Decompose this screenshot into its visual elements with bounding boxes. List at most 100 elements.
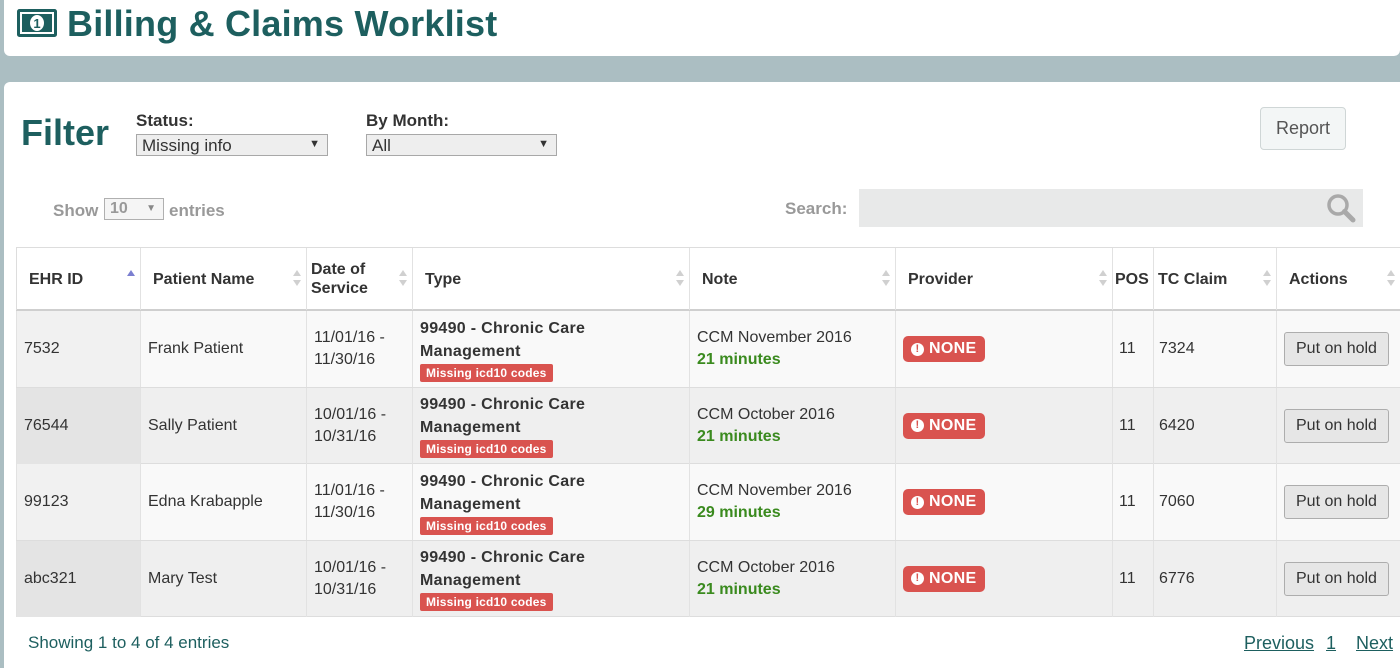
- note-text: CCM October 2016: [697, 558, 835, 576]
- cell-ehr-id: 7532: [16, 311, 140, 387]
- entries-length-value: 10: [110, 200, 128, 217]
- column-header-patient-name[interactable]: Patient Name: [140, 248, 306, 310]
- column-header-type[interactable]: Type: [412, 248, 689, 310]
- cell-tc-claim: 6776: [1153, 540, 1276, 617]
- table-header: EHR ID Patient Name Date of Service Type…: [16, 247, 1400, 311]
- cell-pos: 11: [1112, 464, 1153, 540]
- report-button[interactable]: Report: [1260, 107, 1346, 150]
- column-header-pos[interactable]: POS: [1112, 248, 1153, 310]
- sort-icon: [882, 270, 890, 288]
- search-input[interactable]: [859, 189, 1363, 227]
- exclamation-circle-icon: !: [911, 572, 924, 585]
- put-on-hold-button[interactable]: Put on hold: [1284, 332, 1389, 366]
- worklist-panel: Filter Status: Missing info ▼ By Month: …: [4, 82, 1400, 668]
- column-header-label: POS: [1115, 270, 1149, 288]
- sort-icon: [1099, 270, 1107, 288]
- column-header-ehr-id[interactable]: EHR ID: [16, 248, 140, 310]
- claims-table: EHR ID Patient Name Date of Service Type…: [16, 247, 1400, 617]
- column-header-label: Patient Name: [153, 270, 255, 288]
- billing-code: 99490 - Chronic Care Management: [420, 319, 586, 360]
- put-on-hold-button[interactable]: Put on hold: [1284, 485, 1389, 519]
- page-1-link[interactable]: 1: [1326, 633, 1336, 654]
- provider-none-badge: ! NONE: [903, 336, 986, 362]
- note-text: CCM November 2016: [697, 329, 852, 346]
- page-header: 1 Billing & Claims Worklist: [4, 0, 1400, 56]
- cell-actions: Put on hold: [1276, 540, 1400, 617]
- billing-code: 99490 - Chronic Care Management: [420, 396, 586, 436]
- cell-actions: Put on hold: [1276, 464, 1400, 540]
- dropdown-arrow-icon: ▼: [538, 138, 549, 150]
- column-header-note[interactable]: Note: [689, 248, 895, 310]
- money-bill-icon: 1: [17, 9, 57, 37]
- sort-ascending-icon: [127, 270, 135, 288]
- exclamation-circle-icon: !: [911, 342, 924, 356]
- cell-ehr-id: 76544: [16, 387, 140, 464]
- cell-actions: Put on hold: [1276, 311, 1400, 387]
- note-text: CCM October 2016: [697, 405, 835, 423]
- svg-text:1: 1: [33, 16, 40, 31]
- column-header-date-of-service[interactable]: Date of Service: [306, 248, 412, 310]
- cell-patient-name: Edna Krabapple: [140, 464, 306, 540]
- date-range: 10/01/16 - 10/31/16: [314, 558, 387, 598]
- sort-icon: [399, 270, 407, 288]
- month-label: By Month:: [366, 111, 450, 130]
- provider-text: NONE: [929, 569, 977, 587]
- date-range: 11/01/16 - 11/30/16: [314, 482, 385, 521]
- entries-length-select[interactable]: 10 ▼: [104, 198, 164, 220]
- status-select-value: Missing info: [142, 136, 232, 155]
- missing-codes-badge: Missing icd10 codes: [420, 440, 553, 458]
- status-select[interactable]: Missing info ▼: [136, 134, 328, 156]
- column-header-label: Note: [702, 270, 738, 288]
- cell-tc-claim: 6420: [1153, 387, 1276, 464]
- cell-note: CCM November 2016 29 minutes: [689, 464, 895, 540]
- previous-page-link[interactable]: Previous: [1244, 633, 1314, 654]
- date-range: 10/01/16 - 10/31/16: [314, 405, 387, 445]
- show-label: Show: [53, 201, 99, 220]
- cell-tc-claim: 7324: [1153, 311, 1276, 387]
- cell-provider: ! NONE: [895, 387, 1112, 464]
- month-select[interactable]: All ▼: [366, 134, 557, 156]
- put-on-hold-button[interactable]: Put on hold: [1284, 408, 1389, 443]
- column-header-label: Provider: [908, 270, 973, 288]
- cell-provider: ! NONE: [895, 464, 1112, 540]
- cell-type: 99490 - Chronic Care Management Missing …: [412, 311, 689, 387]
- provider-none-badge: ! NONE: [903, 412, 986, 439]
- column-header-actions[interactable]: Actions: [1276, 248, 1400, 310]
- cell-note: CCM October 2016 21 minutes: [689, 387, 895, 464]
- column-header-label: TC Claim: [1158, 270, 1228, 288]
- sort-icon: [293, 270, 301, 288]
- cell-ehr-id: 99123: [16, 464, 140, 540]
- missing-codes-badge: Missing icd10 codes: [420, 363, 553, 382]
- table-row: 99123 Edna Krabapple 11/01/16 - 11/30/16…: [16, 464, 1400, 541]
- table-row: abc321 Mary Test 10/01/16 - 10/31/16 994…: [16, 540, 1400, 617]
- cell-date-of-service: 11/01/16 - 11/30/16: [306, 464, 412, 540]
- cell-provider: ! NONE: [895, 540, 1112, 617]
- column-header-label: Date of Service: [311, 261, 368, 297]
- table-row: 76544 Sally Patient 10/01/16 - 10/31/16 …: [16, 387, 1400, 464]
- billing-code: 99490 - Chronic Care Management: [420, 472, 586, 513]
- column-header-tc-claim[interactable]: TC Claim: [1153, 248, 1276, 310]
- dropdown-arrow-icon: ▼: [146, 203, 156, 214]
- column-header-provider[interactable]: Provider: [895, 248, 1112, 310]
- cell-type: 99490 - Chronic Care Management Missing …: [412, 387, 689, 464]
- filter-title: Filter: [21, 112, 110, 153]
- minutes-text: 21 minutes: [697, 427, 781, 445]
- billing-code: 99490 - Chronic Care Management: [420, 549, 586, 589]
- cell-pos: 11: [1112, 311, 1153, 387]
- cell-patient-name: Frank Patient: [140, 311, 306, 387]
- sort-icon: [1263, 270, 1271, 288]
- search-icon[interactable]: [1326, 193, 1356, 223]
- month-select-value: All: [372, 136, 391, 155]
- next-page-link[interactable]: Next: [1356, 633, 1393, 654]
- sort-icon: [1387, 270, 1395, 288]
- page-title: Billing & Claims Worklist: [67, 3, 498, 44]
- note-text: CCM November 2016: [697, 482, 852, 499]
- provider-text: NONE: [929, 340, 977, 357]
- exclamation-circle-icon: !: [911, 419, 924, 432]
- dropdown-arrow-icon: ▼: [309, 138, 320, 150]
- put-on-hold-button[interactable]: Put on hold: [1284, 561, 1389, 596]
- cell-patient-name: Mary Test: [140, 540, 306, 617]
- cell-note: CCM November 2016 21 minutes: [689, 311, 895, 387]
- table-info: Showing 1 to 4 of 4 entries: [28, 633, 230, 652]
- cell-date-of-service: 10/01/16 - 10/31/16: [306, 387, 412, 464]
